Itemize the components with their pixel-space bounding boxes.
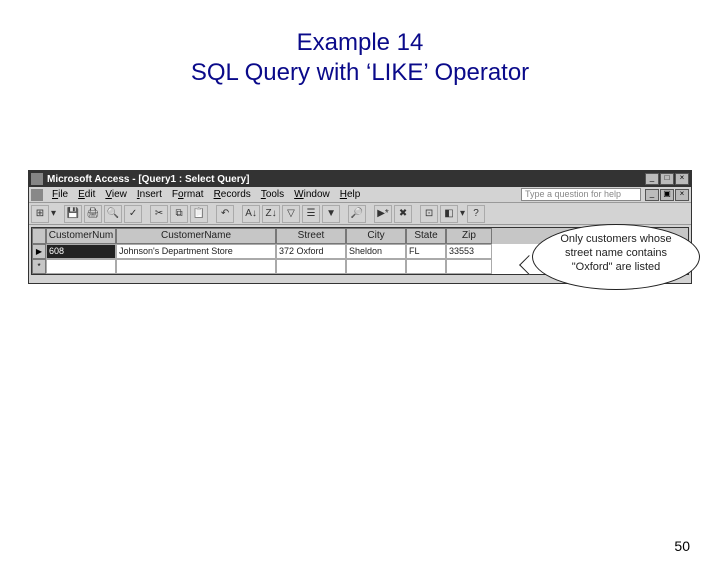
cell-customer-num[interactable]: 608 bbox=[46, 244, 116, 259]
page-number: 50 bbox=[674, 538, 690, 554]
delete-record-icon[interactable]: ✖ bbox=[394, 205, 412, 223]
filter-selection-icon[interactable]: ▽ bbox=[282, 205, 300, 223]
view-icon[interactable]: ⊞ bbox=[31, 205, 49, 223]
col-header-state[interactable]: State bbox=[406, 228, 446, 244]
titlebar: Microsoft Access - [Query1 : Select Quer… bbox=[29, 171, 691, 187]
sort-desc-icon[interactable]: Z↓ bbox=[262, 205, 280, 223]
dropdown-icon[interactable]: ▾ bbox=[460, 208, 465, 219]
cut-icon[interactable]: ✂ bbox=[150, 205, 168, 223]
window-controls: _ □ × bbox=[645, 173, 689, 185]
cell-empty[interactable] bbox=[46, 259, 116, 274]
menu-window[interactable]: Window bbox=[289, 189, 335, 200]
cell-zip[interactable]: 33553 bbox=[446, 244, 492, 259]
find-icon[interactable]: 🔎 bbox=[348, 205, 366, 223]
col-header-customer-num[interactable]: CustomerNum bbox=[46, 228, 116, 244]
cell-empty[interactable] bbox=[406, 259, 446, 274]
menu-edit[interactable]: Edit bbox=[73, 189, 100, 200]
callout-line3: "Oxford" are listed bbox=[572, 261, 661, 273]
row-selector-new[interactable]: * bbox=[32, 259, 46, 274]
dropdown-icon[interactable]: ▾ bbox=[51, 208, 56, 219]
cell-state[interactable]: FL bbox=[406, 244, 446, 259]
undo-icon[interactable]: ↶ bbox=[216, 205, 234, 223]
help-question-box[interactable]: Type a question for help bbox=[521, 188, 641, 201]
cell-empty[interactable] bbox=[276, 259, 346, 274]
mdi-close-button[interactable]: × bbox=[675, 189, 689, 201]
col-header-street[interactable]: Street bbox=[276, 228, 346, 244]
mdi-controls: _ ▣ × bbox=[645, 189, 689, 201]
select-all-box[interactable] bbox=[32, 228, 46, 244]
callout-line2: street name contains bbox=[565, 247, 667, 259]
new-object-icon[interactable]: ◧ bbox=[440, 205, 458, 223]
menu-tools[interactable]: Tools bbox=[256, 189, 289, 200]
slide-title-line2: SQL Query with ‘LIKE’ Operator bbox=[191, 59, 529, 86]
col-header-city[interactable]: City bbox=[346, 228, 406, 244]
callout-bubble: Only customers whose street name contain… bbox=[532, 224, 700, 290]
print-preview-icon[interactable]: 🔍 bbox=[104, 205, 122, 223]
mdi-restore-button[interactable]: ▣ bbox=[660, 189, 674, 201]
menubar: File Edit View Insert Format Records Too… bbox=[29, 187, 691, 203]
menu-records[interactable]: Records bbox=[209, 189, 256, 200]
help-icon[interactable]: ? bbox=[467, 205, 485, 223]
cell-street[interactable]: 372 Oxford bbox=[276, 244, 346, 259]
menu-help[interactable]: Help bbox=[335, 189, 366, 200]
col-header-customer-name[interactable]: CustomerName bbox=[116, 228, 276, 244]
close-button[interactable]: × bbox=[675, 173, 689, 185]
minimize-button[interactable]: _ bbox=[645, 173, 659, 185]
mdi-minimize-button[interactable]: _ bbox=[645, 189, 659, 201]
database-window-icon[interactable]: ⊡ bbox=[420, 205, 438, 223]
sort-asc-icon[interactable]: A↓ bbox=[242, 205, 260, 223]
toolbar: ⊞ ▾ 💾 🖨 🔍 ✓ ✂ ⧉ 📋 ↶ A↓ Z↓ ▽ ☰ ▼ 🔎 ▶* ✖ ⊡… bbox=[29, 203, 691, 225]
slide-title-line1: Example 14 bbox=[297, 29, 424, 56]
maximize-button[interactable]: □ bbox=[660, 173, 674, 185]
menu-format[interactable]: Format bbox=[167, 189, 209, 200]
col-header-zip[interactable]: Zip bbox=[446, 228, 492, 244]
slide-title: Example 14 SQL Query with ‘LIKE’ Operato… bbox=[0, 28, 720, 88]
copy-icon[interactable]: ⧉ bbox=[170, 205, 188, 223]
save-icon[interactable]: 💾 bbox=[64, 205, 82, 223]
menu-file[interactable]: File bbox=[47, 189, 73, 200]
row-selector-current[interactable]: ▶ bbox=[32, 244, 46, 259]
print-icon[interactable]: 🖨 bbox=[84, 205, 102, 223]
menu-view[interactable]: View bbox=[100, 189, 132, 200]
cell-city[interactable]: Sheldon bbox=[346, 244, 406, 259]
cell-empty[interactable] bbox=[116, 259, 276, 274]
cell-empty[interactable] bbox=[446, 259, 492, 274]
window-title: Microsoft Access - [Query1 : Select Quer… bbox=[47, 174, 645, 185]
paste-icon[interactable]: 📋 bbox=[190, 205, 208, 223]
apply-filter-icon[interactable]: ▼ bbox=[322, 205, 340, 223]
new-record-icon[interactable]: ▶* bbox=[374, 205, 392, 223]
cell-empty[interactable] bbox=[346, 259, 406, 274]
app-icon bbox=[31, 173, 43, 185]
datasheet: CustomerNum CustomerName Street City Sta… bbox=[31, 227, 689, 275]
callout-line1: Only customers whose bbox=[560, 233, 671, 245]
current-record-icon: ▶ bbox=[36, 247, 42, 256]
cell-customer-name[interactable]: Johnson's Department Store bbox=[116, 244, 276, 259]
mdi-icon bbox=[31, 189, 43, 201]
filter-form-icon[interactable]: ☰ bbox=[302, 205, 320, 223]
access-window: Microsoft Access - [Query1 : Select Quer… bbox=[28, 170, 692, 284]
callout: Only customers whose street name contain… bbox=[526, 224, 700, 298]
spell-icon[interactable]: ✓ bbox=[124, 205, 142, 223]
new-record-marker-icon: * bbox=[37, 262, 40, 271]
menu-insert[interactable]: Insert bbox=[132, 189, 167, 200]
